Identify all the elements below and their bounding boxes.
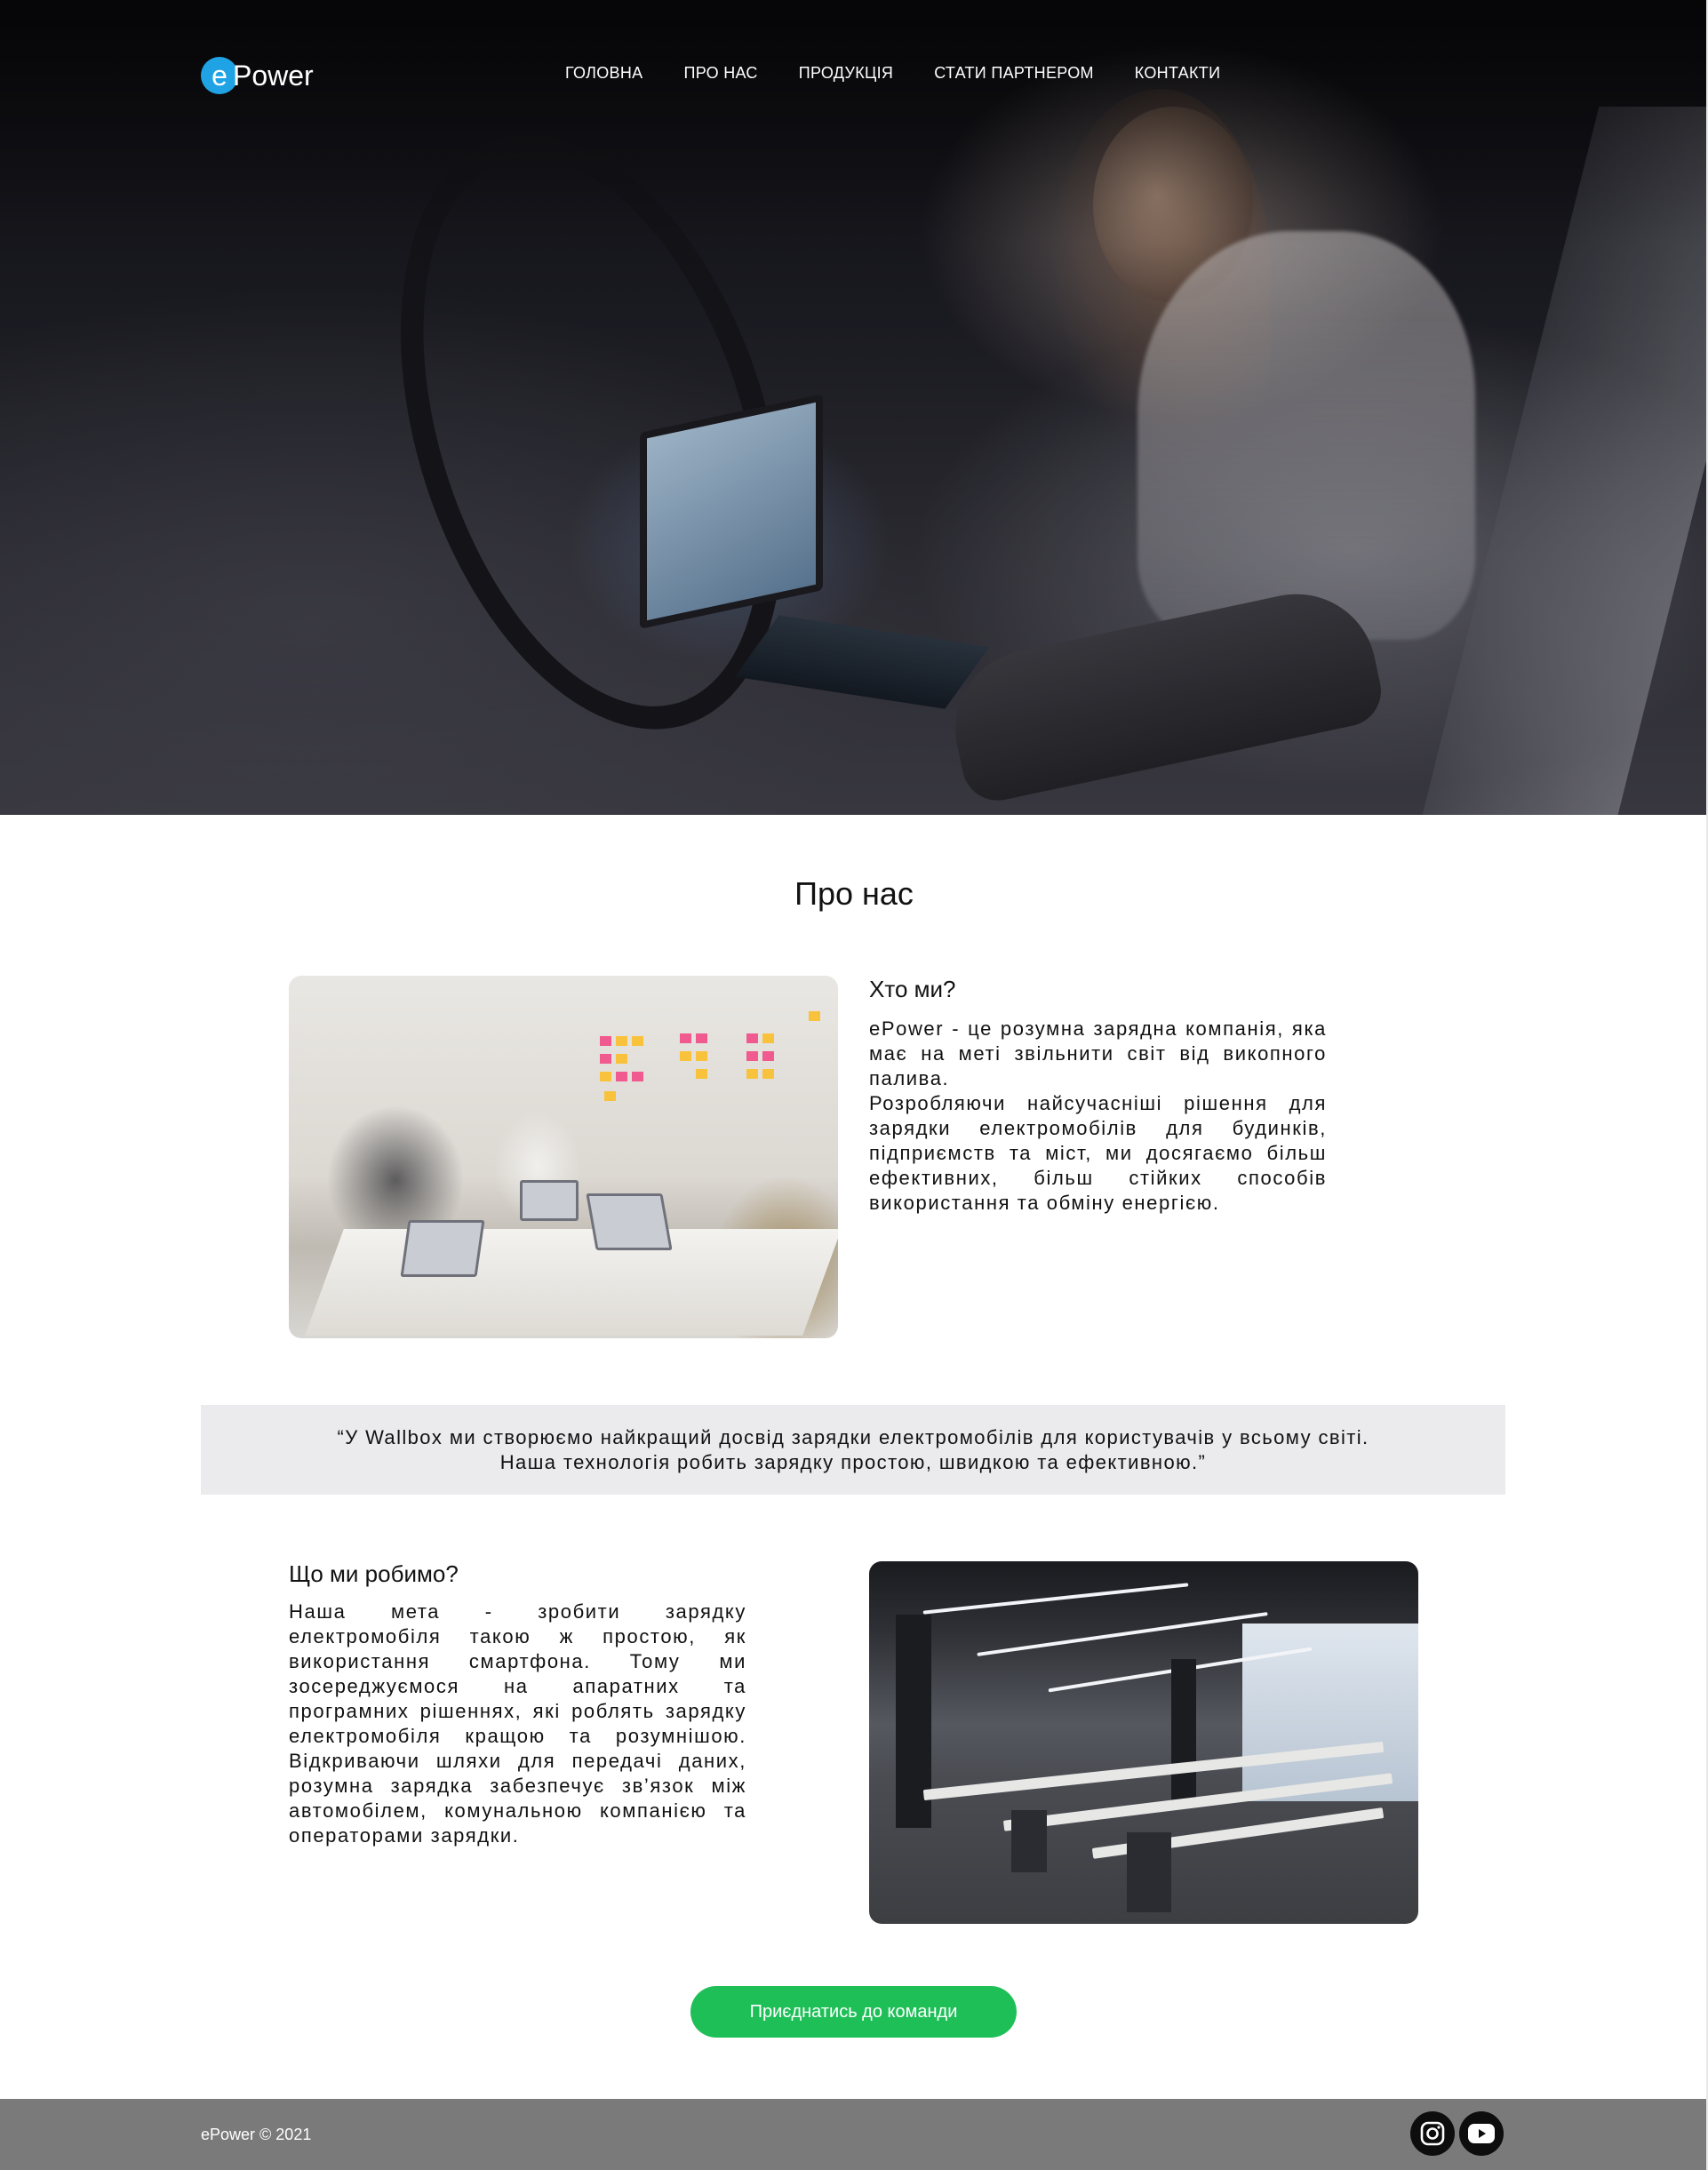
join-team-button[interactable]: Приєднатись до команди	[690, 1986, 1017, 2038]
logo[interactable]: e Power	[201, 55, 314, 96]
quote-line-1: “У Wallbox ми створюємо найкращий досвід…	[337, 1425, 1369, 1448]
office-photo	[869, 1561, 1418, 1924]
nav-products[interactable]: Продукція	[799, 64, 893, 83]
who-text-2: Розробляючи найсучасніші рішення для зар…	[869, 1092, 1327, 1214]
nav-partner[interactable]: Стати партнером	[934, 64, 1094, 83]
logo-text: Power	[233, 59, 314, 92]
main-nav: Головна Про нас Продукція Стати партнеро…	[565, 64, 1220, 83]
nav-about[interactable]: Про нас	[683, 64, 757, 83]
nav-home[interactable]: Головна	[565, 64, 642, 83]
who-text-1: ePower - це розумна зарядна компанія, як…	[869, 1017, 1327, 1089]
footer: ePower © 2021	[0, 2099, 1708, 2170]
team-meeting-photo	[289, 976, 838, 1338]
quote-block: “У Wallbox ми створюємо найкращий досвід…	[201, 1405, 1505, 1495]
nav-contacts[interactable]: Контакти	[1135, 64, 1221, 83]
copyright: ePower © 2021	[201, 2126, 312, 2143]
quote-line-2: Наша технологія робить зарядку простою, …	[499, 1450, 1207, 1473]
what-heading: Що ми робимо?	[289, 1560, 459, 1587]
section-title: Про нас	[794, 875, 914, 912]
youtube-icon[interactable]	[1459, 2111, 1504, 2156]
what-text: Наша мета - зробити зарядку електромобіл…	[289, 1600, 746, 1847]
instagram-icon[interactable]	[1410, 2111, 1455, 2156]
who-text: ePower - це розумна зарядна компанія, як…	[869, 1017, 1327, 1216]
hero-image	[0, 0, 1708, 815]
who-heading: Хто ми?	[869, 976, 956, 1002]
